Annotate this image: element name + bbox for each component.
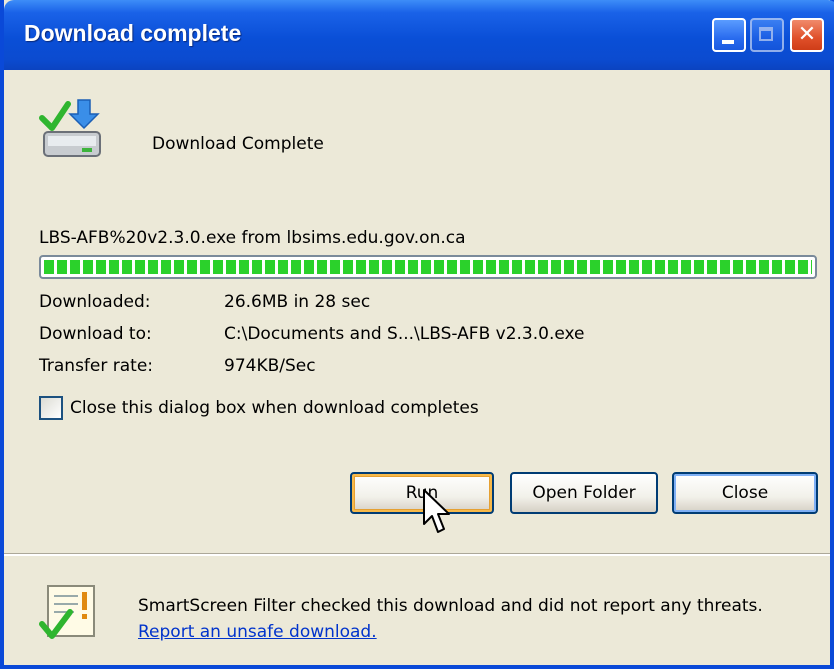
smartscreen-text: SmartScreen Filter checked this download… — [138, 596, 763, 616]
maximize-button[interactable] — [750, 18, 784, 52]
downloaded-label: Downloaded: — [39, 292, 151, 312]
mouse-cursor-icon — [423, 489, 450, 533]
download-dialog: Download complete ✕ Download Complete LB… — [0, 0, 834, 669]
smartscreen-message: SmartScreen Filter checked this download… — [138, 593, 778, 645]
header-text: Download Complete — [152, 134, 324, 154]
transfer-rate-label: Transfer rate: — [39, 356, 154, 376]
downloaded-value: 26.6MB in 28 sec — [224, 292, 371, 312]
progress-fill — [44, 260, 812, 274]
transfer-rate-value: 974KB/Sec — [224, 356, 316, 376]
minimize-button[interactable] — [712, 18, 746, 52]
close-when-complete-checkbox[interactable] — [39, 396, 63, 420]
download-complete-icon — [39, 99, 101, 157]
report-unsafe-download-link[interactable]: Report an unsafe download. — [138, 622, 377, 642]
window-title: Download complete — [24, 20, 242, 46]
close-button[interactable]: Close — [672, 472, 818, 514]
close-icon: ✕ — [797, 22, 817, 47]
open-folder-button[interactable]: Open Folder — [510, 472, 658, 514]
download-progress-bar — [39, 255, 817, 279]
close-window-button[interactable]: ✕ — [790, 18, 824, 52]
download-to-value: C:\Documents and S...\LBS-AFB v2.3.0.exe — [224, 324, 585, 344]
close-when-complete-label[interactable]: Close this dialog box when download comp… — [70, 398, 479, 418]
download-source: LBS-AFB%20v2.3.0.exe from lbsims.edu.gov… — [39, 228, 466, 248]
download-to-label: Download to: — [39, 324, 152, 344]
smartscreen-check-icon — [39, 585, 95, 639]
title-bar[interactable]: Download complete ✕ — [4, 0, 834, 70]
separator — [4, 553, 830, 556]
